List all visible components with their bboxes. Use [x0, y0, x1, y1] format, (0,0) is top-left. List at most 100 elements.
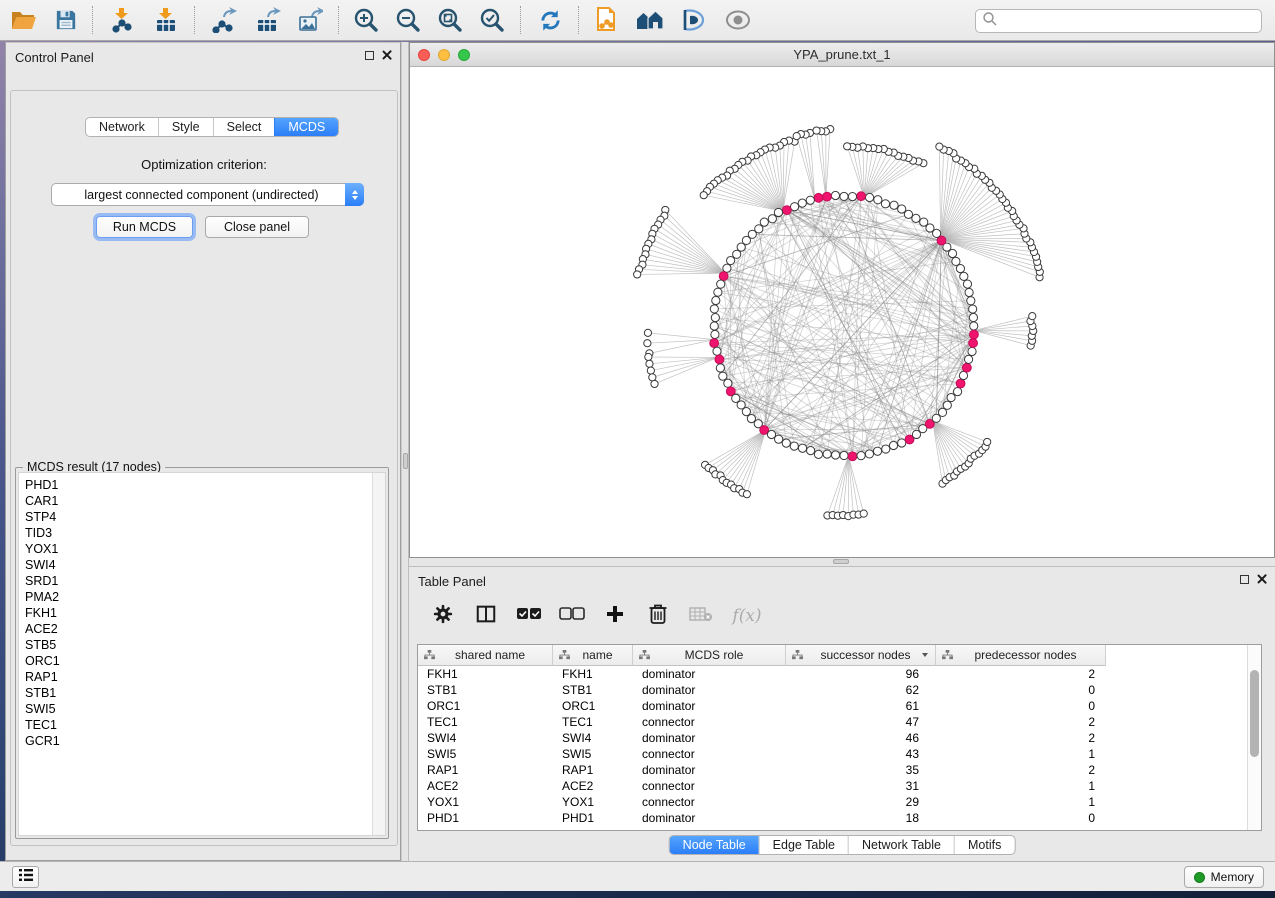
- cell-predecessor-nodes[interactable]: 2: [936, 666, 1106, 682]
- vertical-splitter[interactable]: [401, 42, 409, 861]
- horizontal-splitter[interactable]: [409, 558, 1275, 566]
- table-row[interactable]: ACE2ACE2connector311: [418, 778, 1247, 794]
- zoom-in-button[interactable]: [348, 3, 384, 37]
- select-all-button[interactable]: [515, 601, 543, 631]
- split-columns-button[interactable]: [472, 601, 500, 631]
- mcds-result-item[interactable]: PMA2: [25, 589, 369, 605]
- mcds-result-item[interactable]: GCR1: [25, 733, 369, 749]
- cell-successor-nodes[interactable]: 47: [786, 714, 936, 730]
- mcds-result-item[interactable]: YOX1: [25, 541, 369, 557]
- cell-MCDS-role[interactable]: dominator: [633, 810, 786, 826]
- cell-predecessor-nodes[interactable]: 1: [936, 794, 1106, 810]
- cell-shared-name[interactable]: SWI4: [418, 730, 553, 746]
- cell-predecessor-nodes[interactable]: 2: [936, 714, 1106, 730]
- mcds-result-item[interactable]: TEC1: [25, 717, 369, 733]
- zoom-out-button[interactable]: [390, 3, 426, 37]
- export-table-button[interactable]: [250, 3, 286, 37]
- mcds-result-item[interactable]: STB5: [25, 637, 369, 653]
- show-graphics-details-button[interactable]: [720, 3, 756, 37]
- mcds-result-item[interactable]: SWI4: [25, 557, 369, 573]
- network-graph[interactable]: [410, 67, 1274, 557]
- cell-predecessor-nodes[interactable]: 1: [936, 746, 1106, 762]
- save-button[interactable]: [48, 3, 84, 37]
- network-canvas[interactable]: [410, 67, 1274, 557]
- splitter-grip[interactable]: [833, 559, 849, 564]
- table-row[interactable]: RAP1RAP1dominator352: [418, 762, 1247, 778]
- mcds-result-item[interactable]: TID3: [25, 525, 369, 541]
- settings-button[interactable]: [429, 601, 457, 631]
- share-document-button[interactable]: [588, 3, 624, 37]
- cell-successor-nodes[interactable]: 61: [786, 698, 936, 714]
- cell-predecessor-nodes[interactable]: 1: [936, 778, 1106, 794]
- session-home-button[interactable]: [632, 3, 668, 37]
- column-header-predecessor-nodes[interactable]: predecessor nodes: [936, 645, 1106, 666]
- mcds-result-item[interactable]: STP4: [25, 509, 369, 525]
- mcds-result-item[interactable]: SRD1: [25, 573, 369, 589]
- scrollbar-thumb[interactable]: [1250, 670, 1259, 757]
- cell-MCDS-role[interactable]: dominator: [633, 698, 786, 714]
- cell-predecessor-nodes[interactable]: 2: [936, 730, 1106, 746]
- cell-successor-nodes[interactable]: 43: [786, 746, 936, 762]
- cell-predecessor-nodes[interactable]: 0: [936, 698, 1106, 714]
- cell-name[interactable]: STB1: [553, 682, 633, 698]
- search-input[interactable]: [998, 11, 1261, 31]
- zoom-fit-button[interactable]: [432, 3, 468, 37]
- cell-MCDS-role[interactable]: dominator: [633, 682, 786, 698]
- table-row[interactable]: SWI5SWI5connector431: [418, 746, 1247, 762]
- cell-MCDS-role[interactable]: connector: [633, 794, 786, 810]
- mcds-result-list[interactable]: PHD1CAR1STP4TID3YOX1SWI4SRD1PMA2FKH1ACE2…: [18, 472, 386, 836]
- panel-menu-button[interactable]: [12, 866, 39, 888]
- tab-node-table[interactable]: Node Table: [670, 836, 759, 854]
- cell-shared-name[interactable]: RAP1: [418, 762, 553, 778]
- cell-MCDS-role[interactable]: connector: [633, 746, 786, 762]
- splitter-grip[interactable]: [403, 453, 408, 469]
- list-scrollbar[interactable]: [372, 473, 385, 835]
- cell-successor-nodes[interactable]: 96: [786, 666, 936, 682]
- mcds-result-item[interactable]: ACE2: [25, 621, 369, 637]
- tab-edge-table[interactable]: Edge Table: [759, 836, 848, 854]
- cell-name[interactable]: FKH1: [553, 666, 633, 682]
- node-table[interactable]: shared namenameMCDS rolesuccessor nodesp…: [417, 644, 1262, 831]
- import-network-button[interactable]: [104, 3, 140, 37]
- column-header-successor-nodes[interactable]: successor nodes: [786, 645, 936, 666]
- cell-shared-name[interactable]: SWI5: [418, 746, 553, 762]
- zoom-selected-button[interactable]: [474, 3, 510, 37]
- deselect-all-button[interactable]: [558, 601, 586, 631]
- cell-shared-name[interactable]: PHD1: [418, 810, 553, 826]
- mcds-result-item[interactable]: ORC1: [25, 653, 369, 669]
- table-row[interactable]: PHD1PHD1dominator180: [418, 810, 1247, 826]
- cell-predecessor-nodes[interactable]: 0: [936, 682, 1106, 698]
- open-button[interactable]: [6, 3, 42, 37]
- cell-name[interactable]: RAP1: [553, 762, 633, 778]
- mcds-result-item[interactable]: FKH1: [25, 605, 369, 621]
- cell-shared-name[interactable]: ORC1: [418, 698, 553, 714]
- close-panel-button[interactable]: Close panel: [205, 216, 309, 238]
- cell-MCDS-role[interactable]: dominator: [633, 730, 786, 746]
- mcds-result-item[interactable]: CAR1: [25, 493, 369, 509]
- hide-graphics-details-button[interactable]: [676, 3, 712, 37]
- cell-successor-nodes[interactable]: 31: [786, 778, 936, 794]
- cell-shared-name[interactable]: ACE2: [418, 778, 553, 794]
- cell-shared-name[interactable]: STB1: [418, 682, 553, 698]
- cell-predecessor-nodes[interactable]: 2: [936, 762, 1106, 778]
- mcds-result-item[interactable]: PHD1: [25, 477, 369, 493]
- refresh-button[interactable]: [532, 3, 568, 37]
- mcds-result-item[interactable]: SWI5: [25, 701, 369, 717]
- tab-motifs[interactable]: Motifs: [954, 836, 1014, 854]
- column-header-shared-name[interactable]: shared name: [418, 645, 553, 666]
- export-image-button[interactable]: [292, 3, 328, 37]
- cell-name[interactable]: ACE2: [553, 778, 633, 794]
- delete-column-button[interactable]: [644, 601, 672, 631]
- cell-successor-nodes[interactable]: 46: [786, 730, 936, 746]
- table-row[interactable]: TEC1TEC1connector472: [418, 714, 1247, 730]
- table-scrollbar[interactable]: [1247, 645, 1261, 830]
- table-row[interactable]: STB1STB1dominator620: [418, 682, 1247, 698]
- export-network-button[interactable]: [206, 3, 242, 37]
- cell-MCDS-role[interactable]: connector: [633, 778, 786, 794]
- mcds-result-item[interactable]: STB1: [25, 685, 369, 701]
- table-row[interactable]: FKH1FKH1dominator962: [418, 666, 1247, 682]
- mcds-result-item[interactable]: RAP1: [25, 669, 369, 685]
- close-icon[interactable]: [1257, 574, 1267, 584]
- table-row[interactable]: ORC1ORC1dominator610: [418, 698, 1247, 714]
- cell-name[interactable]: ORC1: [553, 698, 633, 714]
